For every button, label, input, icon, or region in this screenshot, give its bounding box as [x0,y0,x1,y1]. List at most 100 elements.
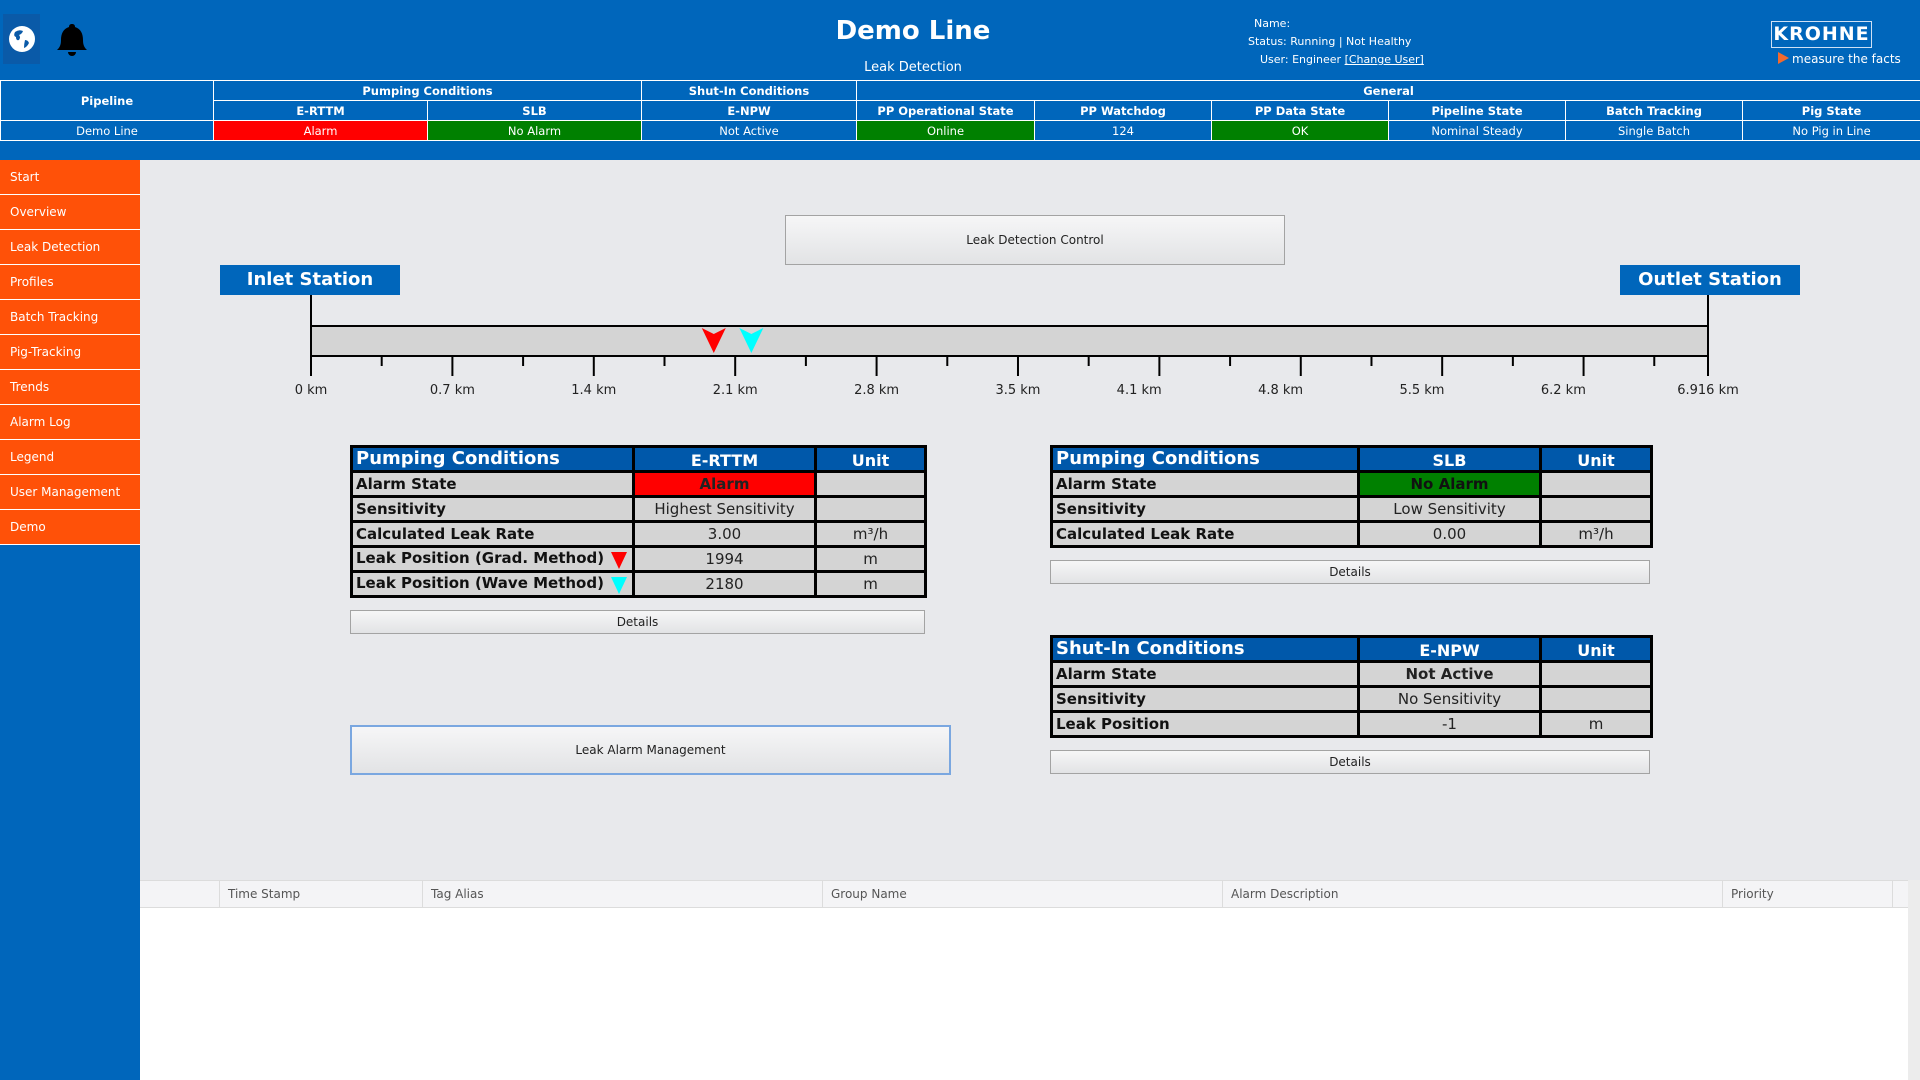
table-row: Calculated Leak Rate 3.00 m³/h [350,520,927,548]
alarm-grid-col-header[interactable]: Time Stamp [220,881,423,907]
sidebar-item-user-management[interactable]: User Management [0,475,140,510]
alarm-grid: Time Stamp Tag Alias Group Name Alarm Descr… [140,880,1908,1080]
row-unit: m [814,570,927,598]
slb-col-header: SLB [1357,445,1542,473]
enpw-title: Shut-In Conditions [1050,635,1360,663]
ertm-unit-header: Unit [814,445,927,473]
table-row: Calculated Leak Rate 0.00 m³/h [1050,520,1653,548]
table-row: Alarm State Not Active [1050,660,1653,688]
row-label: Sensitivity [1050,685,1360,713]
row-label-text: Leak Position (Wave Method) [356,574,604,592]
user-text: User: Engineer [1260,53,1342,66]
tagline-text: measure the facts [1792,52,1901,66]
alarm-grid-col-header[interactable]: Alarm Description [1223,881,1723,907]
krohne-logo: KROHNE [1771,21,1872,48]
row-label: Sensitivity [350,495,635,523]
ertm-col-header: E-RTTM [632,445,817,473]
alarm-grid-col-header[interactable]: Tag Alias [423,881,823,907]
row-unit: m³/h [1539,520,1653,548]
tick-label: 4.8 km [1258,383,1303,398]
tagline: measure the facts [1778,52,1901,66]
alarm-grid-col-header[interactable]: Priority [1723,881,1893,907]
table-row: Alarm State No Alarm [1050,470,1653,498]
grad-position-value: 1994 [632,545,817,573]
sensitivity-value: Low Sensitivity [1357,495,1542,523]
sidebar-item-start[interactable]: Start [0,160,140,195]
status-col-header: SLB [427,100,642,121]
system-info: Name: Status: Running | Not Healthy User… [1248,15,1424,69]
red-marker-icon [611,552,627,569]
status-text: Status: Running | Not Healthy [1248,35,1412,48]
slb-unit-header: Unit [1539,445,1653,473]
row-unit [814,495,927,523]
row-unit [1539,470,1653,498]
alarm-state-value: Not Active [1357,660,1542,688]
status-col-header: Batch Tracking [1565,100,1743,121]
enpw-table: Shut-In Conditions E-NPW Unit Alarm Stat… [1050,635,1653,738]
status-overview: Pipeline Pumping Conditions Shut-In Cond… [0,80,1920,160]
row-label: Sensitivity [1050,495,1360,523]
page-subtitle: Leak Detection [864,60,962,75]
table-row: Alarm State Alarm [350,470,927,498]
tick-label: 4.1 km [1117,383,1162,398]
sidebar-item-demo[interactable]: Demo [0,510,140,545]
sidebar-item-legend[interactable]: Legend [0,440,140,475]
ertm-table: Pumping Conditions E-RTTM Unit Alarm Sta… [350,445,927,598]
row-label: Alarm State [350,470,635,498]
table-row: Sensitivity Highest Sensitivity [350,495,927,523]
leak-alarm-management-button[interactable]: Leak Alarm Management [350,725,951,775]
status-col-header: Pig State [1741,100,1920,121]
enpw-details-button[interactable]: Details [1050,750,1650,774]
leak-detection-control-button[interactable]: Leak Detection Control [785,215,1285,265]
status-col-header: E-RTTM [213,100,428,121]
general-group-header: General [855,80,1920,101]
ertm-title: Pumping Conditions [350,445,635,473]
slb-details-button[interactable]: Details [1050,560,1650,584]
table-row: Sensitivity Low Sensitivity [1050,495,1653,523]
table-row: Sensitivity No Sensitivity [1050,685,1653,713]
status-col-header: Pipeline State [1388,100,1566,121]
sidebar-item-leak-detection[interactable]: Leak Detection [0,230,140,265]
play-triangle-icon [1778,52,1789,64]
enpw-unit-header: Unit [1539,635,1653,663]
tick-label: 0 km [295,383,328,398]
pipe-body [310,325,1709,357]
alarm-grid-col-header[interactable] [140,881,220,907]
row-unit: m³/h [814,520,927,548]
table-row: Leak Position (Grad. Method) 1994 m [350,545,927,573]
tick-label: 3.5 km [995,383,1040,398]
sidebar-item-alarm-log[interactable]: Alarm Log [0,405,140,440]
ertm-details-button[interactable]: Details [350,610,925,634]
row-label: Leak Position [1050,710,1360,738]
leak-rate-value: 3.00 [632,520,817,548]
row-label: Leak Position (Wave Method) [350,570,635,598]
pumping-group-header: Pumping Conditions [213,80,642,101]
status-col-value: No Alarm [427,120,642,141]
row-unit [1539,495,1653,523]
row-label: Leak Position (Grad. Method) [350,545,635,573]
alarm-grid-header: Time Stamp Tag Alias Group Name Alarm Descr… [140,880,1908,908]
slb-title: Pumping Conditions [1050,445,1360,473]
top-bar: Demo Line Leak Detection Name: Status: R… [0,0,1920,80]
status-col-value: Online [856,120,1035,141]
change-user-link[interactable]: [Change User] [1345,53,1424,66]
row-label-text: Leak Position (Grad. Method) [356,549,605,567]
pipeline-value: Demo Line [0,120,214,141]
sensitivity-value: No Sensitivity [1357,685,1542,713]
status-col-header: PP Data State [1211,100,1389,121]
tick-label: 6.916 km [1677,383,1739,398]
row-unit: m [1539,710,1653,738]
alarm-grid-scrollbar[interactable] [1908,880,1920,1080]
pipeline-schematic: 0 km 0.7 km 1.4 km 2.1 km 2.8 km 3.5 km 4.1 km… [295,295,1739,398]
status-col-value: No Pig in Line [1741,120,1920,141]
table-row: Leak Position (Wave Method) 2180 m [350,570,927,598]
alarm-grid-col-header[interactable]: Group Name [823,881,1223,907]
status-col-value: Not Active [641,120,857,141]
cyan-marker-icon [611,577,627,594]
name-label: Name: [1254,17,1291,30]
tick-label: 1.4 km [571,383,616,398]
status-col-value: Alarm [213,120,428,141]
status-col-value: Nominal Steady [1388,120,1566,141]
sensitivity-value: Highest Sensitivity [632,495,817,523]
sidebar-item-overview[interactable]: Overview [0,195,140,230]
